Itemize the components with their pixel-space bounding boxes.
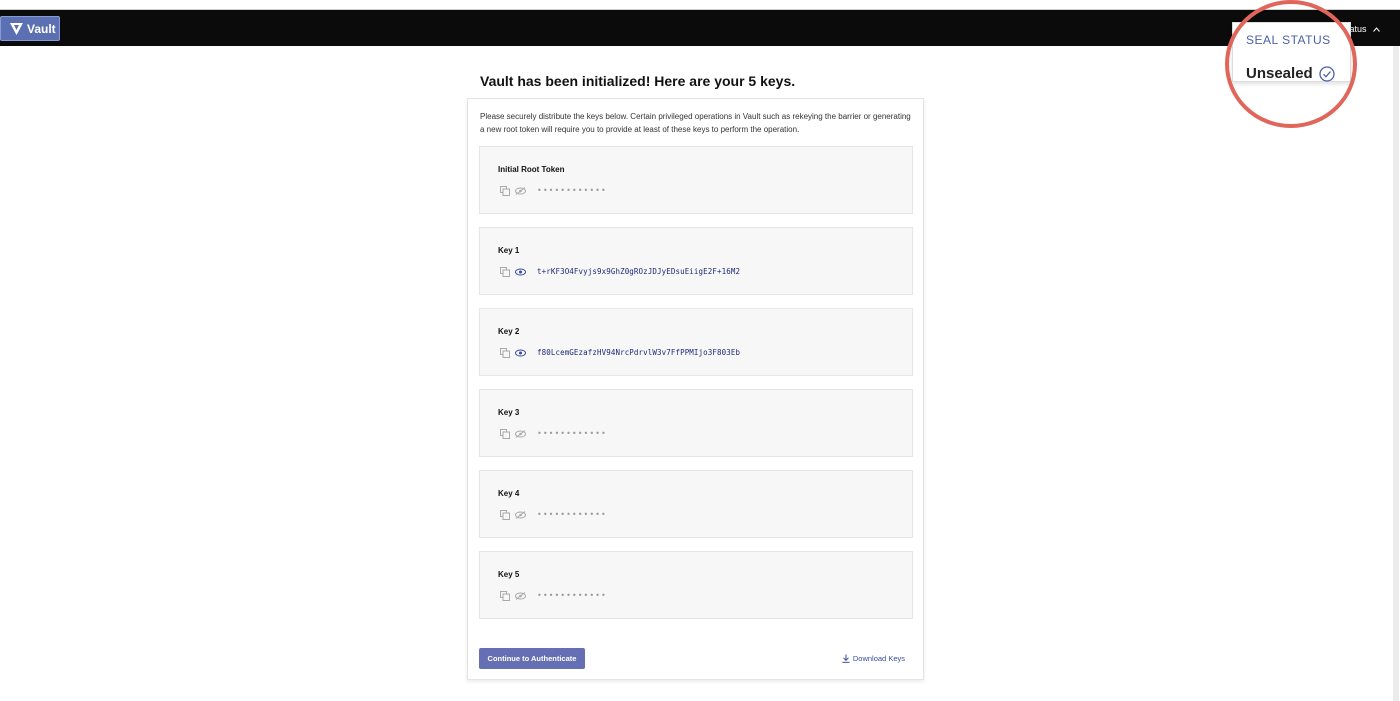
key-value[interactable]: t+rKF3O4Fvyjs9x9GhZ0gROzJDJyEDsuEiigE2F+… [537,267,740,276]
key-label: Initial Root Token [498,165,565,174]
keys-card: Please securely distribute the keys belo… [467,98,924,680]
download-icon [842,654,850,663]
eye-off-icon[interactable] [515,428,526,439]
eye-off-icon[interactable] [515,590,526,601]
highlight-circle-annotation [1225,0,1357,128]
eye-off-icon[interactable] [515,509,526,520]
top-navigation-bar [0,10,1400,46]
copy-icon[interactable] [499,509,510,520]
copy-icon[interactable] [499,185,510,196]
key-panel-2: Key 2 f80LcemGEzafzHV94NrcPdrvlW3v7FfPPM… [479,308,913,376]
copy-icon[interactable] [499,266,510,277]
vault-logo[interactable]: Vault [0,16,60,41]
key-label: Key 1 [498,246,520,255]
key-label: Key 4 [498,489,520,498]
key-panel-4: Key 4 •••••••••••• [479,470,913,538]
eye-icon[interactable] [515,266,526,277]
intro-text: Please securely distribute the keys belo… [480,112,911,134]
key-panel-root-token: Initial Root Token •••••••••••• [479,146,913,214]
key-value[interactable]: f80LcemGEzafzHV94NrcPdrvlW3v7FfPPMIjo3F8… [537,348,740,357]
continue-to-authenticate-button[interactable]: Continue to Authenticate [479,648,585,669]
copy-icon[interactable] [499,347,510,358]
copy-icon[interactable] [499,590,510,601]
key-panel-5: Key 5 •••••••••••• [479,551,913,619]
download-keys-link[interactable]: Download Keys [842,654,905,663]
download-keys-label: Download Keys [852,654,905,663]
key-panel-1: Key 1 t+rKF3O4Fvyjs9x9GhZ0gROzJDJyEDsuEi… [479,227,913,295]
browser-top-strip [0,0,1400,10]
page-scrollbar[interactable] [1393,46,1399,701]
page-title: Vault has been initialized! Here are you… [480,73,796,89]
copy-icon[interactable] [499,428,510,439]
key-masked-value: •••••••••••• [537,510,607,519]
chevron-up-icon [1372,26,1380,32]
key-label: Key 2 [498,327,520,336]
key-masked-value: •••••••••••• [537,591,607,600]
vault-triangle-icon [10,22,23,35]
key-masked-value: •••••••••••• [537,186,607,195]
key-label: Key 3 [498,408,520,417]
key-label: Key 5 [498,570,520,579]
eye-off-icon[interactable] [515,185,526,196]
logo-text: Vault [27,21,56,36]
eye-icon[interactable] [515,347,526,358]
key-panel-3: Key 3 •••••••••••• [479,389,913,457]
key-masked-value: •••••••••••• [537,429,607,438]
